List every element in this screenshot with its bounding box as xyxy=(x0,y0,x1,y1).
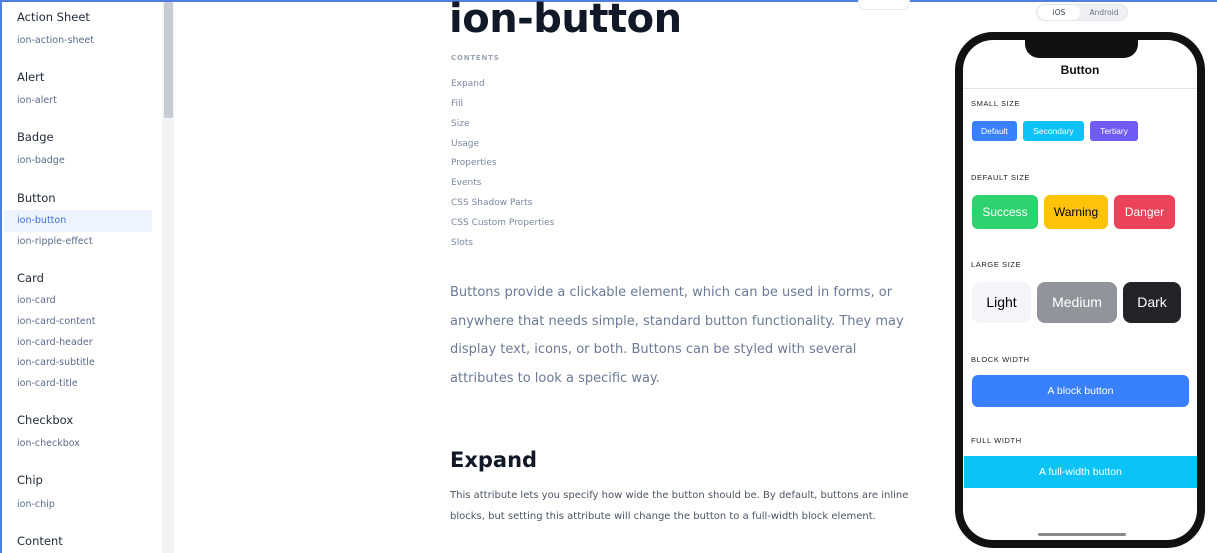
sidebar-item-ion-chip[interactable]: ion-chip xyxy=(17,499,55,510)
section-default-size: DEFAULT SIZE xyxy=(971,173,1031,182)
sidebar-group-badge: Badge xyxy=(17,130,54,144)
toc-link-size[interactable]: Size xyxy=(451,119,469,129)
section-block-width: BLOCK WIDTH xyxy=(971,355,1030,364)
home-indicator xyxy=(1038,533,1126,536)
sidebar-item-ion-checkbox[interactable]: ion-checkbox xyxy=(17,438,80,449)
sidebar-item-ion-card-title[interactable]: ion-card-title xyxy=(17,378,78,389)
intro-paragraph: Buttons provide a clickable element, whi… xyxy=(450,285,904,386)
sidebar-item-ion-card[interactable]: ion-card xyxy=(17,295,56,306)
sidebar-item-ion-card-content[interactable]: ion-card-content xyxy=(17,316,96,327)
sidebar-group-content: Content xyxy=(17,534,63,548)
dark-button[interactable]: Dark xyxy=(1123,282,1181,323)
platform-option-ios[interactable]: iOS xyxy=(1038,5,1080,20)
block-button[interactable]: A block button xyxy=(972,375,1189,407)
toc-link-expand[interactable]: Expand xyxy=(451,79,485,89)
toolbar-pill[interactable] xyxy=(858,0,910,10)
platform-option-android[interactable]: Android xyxy=(1081,5,1127,20)
preview-header-divider xyxy=(963,88,1197,89)
expand-paragraph: This attribute lets you specify how wide… xyxy=(450,490,909,522)
sidebar-item-ion-alert[interactable]: ion-alert xyxy=(17,95,57,106)
sidebar-item-ion-card-subtitle[interactable]: ion-card-subtitle xyxy=(17,357,95,368)
default-small-button[interactable]: Default xyxy=(972,121,1017,141)
danger-button[interactable]: Danger xyxy=(1114,195,1175,229)
warning-button[interactable]: Warning xyxy=(1044,195,1108,229)
sidebar-item-ion-button[interactable]: ion-button xyxy=(17,215,66,226)
sidebar-group-checkbox: Checkbox xyxy=(17,413,74,427)
toc-link-css-shadow-parts[interactable]: CSS Shadow Parts xyxy=(451,198,532,208)
sidebar-group-chip: Chip xyxy=(17,473,43,487)
docs-sidebar: Action Sheet ion-action-sheet Alert ion-… xyxy=(2,2,162,553)
sidebar-group-card: Card xyxy=(17,271,44,285)
medium-button[interactable]: Medium xyxy=(1037,282,1117,323)
sidebar-group-action-sheet: Action Sheet xyxy=(17,10,90,24)
sidebar-item-ion-action-sheet[interactable]: ion-action-sheet xyxy=(17,35,94,46)
sidebar-item-ion-badge[interactable]: ion-badge xyxy=(17,155,65,166)
preview-title: Button xyxy=(1060,63,1100,77)
phone-notch xyxy=(1025,38,1138,58)
platform-toggle: iOS Android xyxy=(1036,4,1128,21)
section-full-width: FULL WIDTH xyxy=(971,436,1022,445)
toc-link-usage[interactable]: Usage xyxy=(451,139,479,149)
toc-link-fill[interactable]: Fill xyxy=(451,99,463,109)
success-button[interactable]: Success xyxy=(972,195,1038,229)
contents-label: CONTENTS xyxy=(451,54,500,62)
sidebar-scrollbar-thumb[interactable] xyxy=(164,2,173,118)
sidebar-item-ion-ripple-effect[interactable]: ion-ripple-effect xyxy=(17,236,93,247)
expand-heading: Expand xyxy=(450,448,538,472)
toc-link-slots[interactable]: Slots xyxy=(451,238,473,248)
section-large-size: LARGE SIZE xyxy=(971,260,1022,269)
full-width-button[interactable]: A full-width button xyxy=(964,456,1197,488)
sidebar-group-alert: Alert xyxy=(17,70,45,84)
secondary-small-button[interactable]: Secondary xyxy=(1023,121,1084,141)
toc-link-properties[interactable]: Properties xyxy=(451,158,496,168)
sidebar-group-button: Button xyxy=(17,191,56,205)
light-button[interactable]: Light xyxy=(972,282,1031,323)
toc-link-events[interactable]: Events xyxy=(451,178,481,188)
toc-link-css-custom-properties[interactable]: CSS Custom Properties xyxy=(451,218,554,228)
section-small-size: SMALL SIZE xyxy=(971,99,1021,108)
sidebar-item-ion-card-header[interactable]: ion-card-header xyxy=(17,337,93,348)
page-title: ion-button xyxy=(449,0,682,42)
tertiary-small-button[interactable]: Tertiary xyxy=(1090,121,1138,141)
